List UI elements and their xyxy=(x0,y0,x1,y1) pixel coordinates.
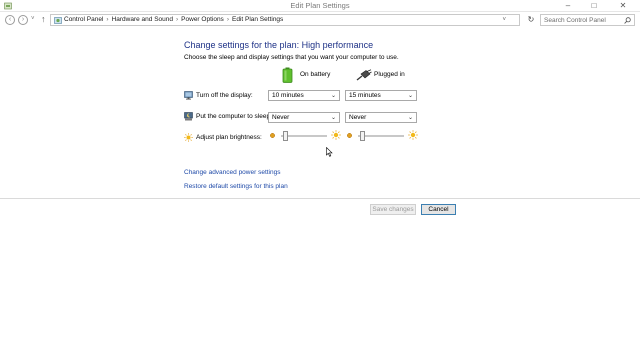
sleep-timeout-label: Put the computer to sleep: xyxy=(196,113,272,120)
monitor-icon xyxy=(184,91,193,100)
restore-defaults-link[interactable]: Restore default settings for this plan xyxy=(184,183,288,190)
breadcrumb: Control Panel › Hardware and Sound › Power O… xyxy=(64,16,283,23)
bright-brightness-icon xyxy=(408,130,418,140)
control-panel-icon xyxy=(54,17,62,24)
search-box[interactable] xyxy=(540,14,635,26)
dim-brightness-icon xyxy=(347,133,352,138)
title-bar: Edit Plan Settings – □ ✕ xyxy=(0,0,640,12)
chevron-down-icon: ⌄ xyxy=(407,115,413,121)
bright-brightness-icon xyxy=(331,130,341,140)
select-value: 10 minutes xyxy=(272,92,304,99)
sleep-timeout-plugged-select[interactable]: Never ⌄ xyxy=(345,112,417,123)
forward-button[interactable]: › xyxy=(18,15,28,25)
column-label-plugged: Plugged in xyxy=(374,71,405,78)
chevron-down-icon: ⌄ xyxy=(407,93,413,99)
search-icon[interactable] xyxy=(624,17,631,24)
navigation-bar: ‹ › ˅ ↑ Control Panel › Hardware and Sound… xyxy=(0,12,640,28)
computer-sleep-icon xyxy=(184,112,193,121)
brightness-plugged-slider[interactable] xyxy=(346,130,418,142)
search-input[interactable] xyxy=(544,15,622,25)
brightness-battery-slider[interactable] xyxy=(269,130,341,142)
recent-locations-dropdown[interactable]: ˅ xyxy=(31,16,35,22)
cancel-button[interactable]: Cancel xyxy=(421,204,456,215)
column-label-battery: On battery xyxy=(300,71,331,78)
maximize-button[interactable]: □ xyxy=(582,0,606,11)
dim-brightness-icon xyxy=(270,133,275,138)
address-bar[interactable]: Control Panel › Hardware and Sound › Power O… xyxy=(50,14,520,26)
breadcrumb-item[interactable]: Edit Plan Settings xyxy=(232,16,283,23)
select-value: 15 minutes xyxy=(349,92,381,99)
battery-icon xyxy=(282,67,293,83)
window-title: Edit Plan Settings xyxy=(290,1,350,10)
back-button[interactable]: ‹ xyxy=(5,15,15,25)
refresh-button[interactable]: ↻ xyxy=(526,14,536,26)
select-value: Never xyxy=(349,114,367,121)
power-plug-icon xyxy=(356,69,372,81)
save-changes-button[interactable]: Save changes xyxy=(370,204,416,215)
page-title: Change settings for the plan: High perfo… xyxy=(184,40,374,50)
select-value: Never xyxy=(272,114,290,121)
chevron-down-icon: ⌄ xyxy=(330,93,336,99)
minimize-button[interactable]: – xyxy=(556,0,580,11)
mouse-cursor-icon xyxy=(326,147,333,157)
breadcrumb-item[interactable]: Power Options xyxy=(181,16,224,23)
footer-divider xyxy=(0,198,640,199)
breadcrumb-item[interactable]: Hardware and Sound xyxy=(112,16,173,23)
display-timeout-label: Turn off the display: xyxy=(196,92,253,99)
close-button[interactable]: ✕ xyxy=(608,0,638,11)
breadcrumb-separator: › xyxy=(106,16,109,23)
sleep-timeout-battery-select[interactable]: Never ⌄ xyxy=(268,112,340,123)
slider-thumb[interactable] xyxy=(283,131,289,141)
display-timeout-battery-select[interactable]: 10 minutes ⌄ xyxy=(268,90,340,101)
up-button[interactable]: ↑ xyxy=(41,14,46,24)
brightness-label: Adjust plan brightness: xyxy=(196,134,262,141)
slider-thumb[interactable] xyxy=(360,131,366,141)
page-description: Choose the sleep and display settings th… xyxy=(184,54,399,61)
breadcrumb-separator: › xyxy=(226,16,229,23)
advanced-power-settings-link[interactable]: Change advanced power settings xyxy=(184,169,280,176)
display-timeout-plugged-select[interactable]: 15 minutes ⌄ xyxy=(345,90,417,101)
breadcrumb-item[interactable]: Control Panel xyxy=(64,16,103,23)
address-dropdown-button[interactable]: ˅ xyxy=(502,17,506,23)
brightness-icon xyxy=(184,133,193,142)
chevron-down-icon: ⌄ xyxy=(330,115,336,121)
breadcrumb-separator: › xyxy=(176,16,179,23)
